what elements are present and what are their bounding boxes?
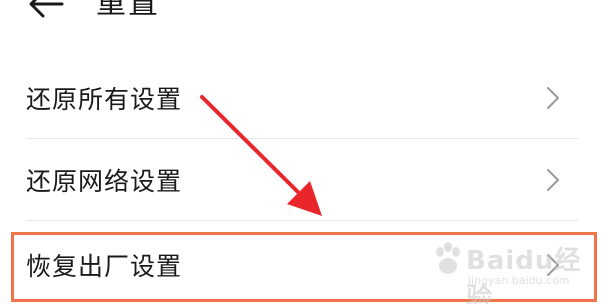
chevron-right-icon: [546, 253, 560, 277]
list-item-reset-network-settings[interactable]: 还原网络设置: [26, 140, 578, 220]
back-button[interactable]: [26, 0, 70, 26]
arrow-left-icon: [26, 0, 70, 26]
divider: [26, 138, 578, 139]
chevron-right-icon: [546, 168, 560, 192]
divider: [26, 220, 578, 221]
list-item-factory-reset[interactable]: 恢复出厂设置: [26, 225, 578, 304]
list-item-reset-all-settings[interactable]: 还原所有设置: [26, 58, 578, 138]
list-item-label: 恢复出厂设置: [26, 252, 183, 281]
list-item-label: 还原网络设置: [26, 167, 183, 196]
page-title: 重置: [96, 0, 160, 21]
list-item-label: 还原所有设置: [26, 85, 183, 114]
header-bar: 重置: [0, 0, 605, 30]
reset-settings-screen: 重置 还原所有设置 还原网络设置 恢复出厂设置 Baidu经验 jingyan.…: [0, 0, 605, 304]
chevron-right-icon: [546, 86, 560, 110]
